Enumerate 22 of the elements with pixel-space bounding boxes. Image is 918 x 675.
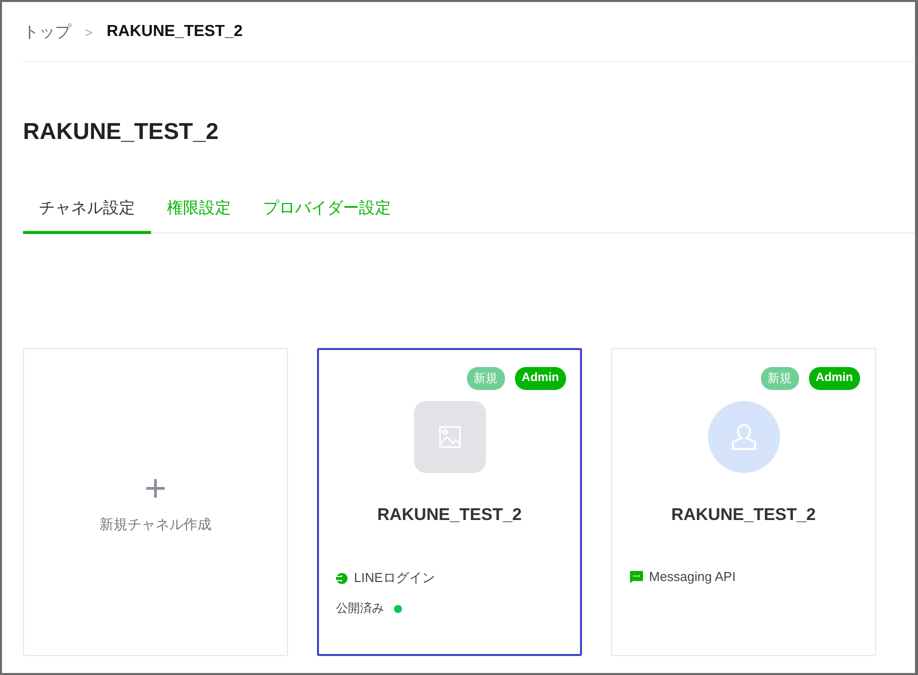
channel-card[interactable]: 新規 Admin RAKUNE_TEST_2 LINEログイン 公開済み — [317, 348, 582, 656]
channel-name: RAKUNE_TEST_2 — [670, 505, 817, 525]
breadcrumb-link[interactable]: トップ — [23, 22, 71, 42]
image-icon — [438, 426, 460, 448]
role-badge: Admin — [808, 367, 860, 390]
create-channel-label: 新規チャネル作成 — [100, 516, 212, 534]
message-icon — [630, 570, 643, 582]
channel-type: Messaging API — [649, 569, 736, 584]
channel-status: 公開済み — [336, 600, 384, 617]
tab[interactable]: チャネル設定 — [23, 198, 151, 234]
plus-icon: + — [144, 470, 167, 508]
role-badge: Admin — [514, 367, 566, 390]
channel-name: RAKUNE_TEST_2 — [376, 505, 523, 525]
page-title: RAKUNE_TEST_2 — [23, 117, 220, 146]
person-icon — [730, 423, 756, 451]
role-badge: 新規 — [466, 367, 505, 390]
create-channel-card[interactable]: + 新規チャネル作成 — [23, 348, 288, 656]
channel-card[interactable]: 新規 Admin RAKUNE_TEST_2 Messaging API — [611, 348, 876, 656]
role-badge: 新規 — [760, 367, 799, 390]
breadcrumb-separator: > — [85, 24, 93, 40]
channel-type: LINEログイン — [354, 569, 435, 587]
login-icon — [336, 572, 348, 584]
